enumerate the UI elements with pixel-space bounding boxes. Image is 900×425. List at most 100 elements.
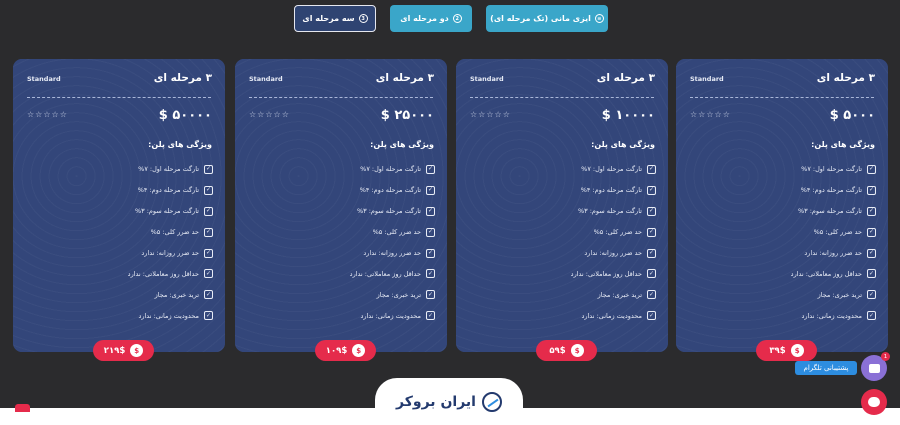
- buy-plan-button[interactable]: ۳۹$ $: [756, 340, 817, 361]
- card-body: ۳ مرحله ای Standard $ ۵۰۰۰۰ ☆☆☆☆☆ ویژگی …: [13, 59, 225, 352]
- help-chat-button[interactable]: [861, 389, 887, 415]
- plan-price: $ ۵۰۰۰: [829, 108, 875, 123]
- feature-text: تارگت مرحله سوم: ۳%: [797, 207, 862, 216]
- 3-circle-icon: 3: [358, 14, 368, 23]
- buy-plan-button[interactable]: ۲۱۹$ $: [93, 340, 154, 361]
- tab-easy-money[interactable]: ≡ ایزی مانی (تک مرحله ای): [486, 5, 608, 32]
- check-icon: ✓: [647, 290, 656, 300]
- feature-text: ترید خبری: مجاز: [817, 290, 862, 299]
- check-icon: ✓: [426, 206, 435, 216]
- feature-text: حد ضرر کلی: ۵%: [372, 228, 421, 237]
- feature-text: محدودیت زمانی: ندارد: [360, 311, 421, 320]
- buy-plan-button[interactable]: ۱۰۹$ $: [315, 340, 376, 361]
- check-icon: ✓: [426, 227, 435, 237]
- red-tab-decoration: [15, 404, 30, 412]
- feature-item: حداقل روز معاملاتی: ندارد ✓: [688, 263, 876, 284]
- check-icon: ✓: [867, 164, 876, 174]
- check-icon: ✓: [204, 206, 213, 216]
- feature-item: تارگت مرحله سوم: ۳% ✓: [25, 201, 213, 222]
- telegram-support-label[interactable]: پشتیبانی تلگرام: [795, 361, 857, 375]
- check-icon: ✓: [204, 311, 213, 321]
- tab-label: سه مرحله ای: [302, 14, 355, 23]
- feature-text: حداقل روز معاملاتی: ندارد: [790, 269, 862, 278]
- plan-title: ۳ مرحله ای: [153, 72, 212, 84]
- plan-cost: ۵۹$: [549, 345, 566, 356]
- card-body: ۳ مرحله ای Standard $ ۲۵۰۰۰ ☆☆☆☆☆ ویژگی …: [235, 59, 447, 352]
- buy-plan-button[interactable]: ۵۹$ $: [536, 340, 597, 361]
- feature-text: حد ضرر روزانه: ندارد: [363, 249, 421, 257]
- feature-text: تارگت مرحله دوم: ۴%: [800, 186, 862, 195]
- check-icon: ✓: [204, 290, 213, 300]
- card-body: ۳ مرحله ای Standard $ ۵۰۰۰ ☆☆☆☆☆ ویژگی ه…: [676, 59, 888, 352]
- check-icon: ✓: [647, 227, 656, 237]
- plan-card: ۳ مرحله ای Standard $ ۵۰۰۰۰ ☆☆☆☆☆ ویژگی …: [13, 59, 225, 361]
- feature-item: تارگت مرحله سوم: ۳% ✓: [688, 201, 876, 222]
- plan-cost: ۱۰۹$: [325, 345, 348, 356]
- plan-badge: Standard: [690, 75, 724, 83]
- check-icon: ✓: [867, 248, 876, 258]
- feature-item: ترید خبری: مجاز ✓: [468, 284, 656, 305]
- dollar-coin-icon: $: [352, 344, 366, 357]
- bars-icon: ≡: [594, 14, 604, 23]
- check-icon: ✓: [647, 311, 656, 321]
- feature-item: تارگت مرحله دوم: ۴% ✓: [247, 180, 435, 201]
- feature-text: حد ضرر کلی: ۵%: [150, 228, 199, 237]
- tab-three-step[interactable]: 3 سه مرحله ای: [294, 5, 376, 32]
- plan-title: ۳ مرحله ای: [375, 72, 434, 84]
- feature-item: تارگت مرحله اول: ۷% ✓: [25, 159, 213, 180]
- rating-stars-icon: ☆☆☆☆☆: [690, 110, 731, 119]
- rating-stars-icon: ☆☆☆☆☆: [470, 110, 511, 119]
- features-title: ویژگی های پلن:: [811, 140, 875, 149]
- plan-card: ۳ مرحله ای Standard $ ۵۰۰۰ ☆☆☆☆☆ ویژگی ه…: [676, 59, 888, 361]
- feature-text: محدودیت زمانی: ندارد: [138, 311, 199, 320]
- chat-bubble-icon: [868, 363, 880, 373]
- dollar-coin-icon: $: [570, 344, 584, 357]
- feature-item: ترید خبری: مجاز ✓: [688, 284, 876, 305]
- feature-item: محدودیت زمانی: ندارد ✓: [468, 305, 656, 326]
- feature-item: حد ضرر روزانه: ندارد ✓: [688, 243, 876, 264]
- feature-item: تارگت مرحله سوم: ۳% ✓: [468, 201, 656, 222]
- feature-text: تارگت مرحله سوم: ۳%: [134, 207, 199, 216]
- check-icon: ✓: [867, 206, 876, 216]
- feature-item: ترید خبری: مجاز ✓: [25, 284, 213, 305]
- feature-text: تارگت مرحله دوم: ۴%: [137, 186, 199, 195]
- check-icon: ✓: [204, 269, 213, 279]
- feature-item: حداقل روز معاملاتی: ندارد ✓: [468, 263, 656, 284]
- feature-item: تارگت مرحله سوم: ۳% ✓: [247, 201, 435, 222]
- feature-text: محدودیت زمانی: ندارد: [581, 311, 642, 320]
- feature-item: حد ضرر کلی: ۵% ✓: [688, 222, 876, 243]
- feature-item: تارگت مرحله اول: ۷% ✓: [688, 159, 876, 180]
- feature-text: تارگت مرحله اول: ۷%: [138, 165, 199, 174]
- plan-price: $ ۵۰۰۰۰: [158, 108, 212, 123]
- feature-text: محدودیت زمانی: ندارد: [801, 311, 862, 320]
- help-chat-icon: [868, 397, 880, 407]
- plan-title: ۳ مرحله ای: [816, 72, 875, 84]
- logo-text: ایران بروکر: [396, 393, 476, 410]
- site-logo[interactable]: ایران بروکر: [375, 378, 523, 425]
- feature-item: ترید خبری: مجاز ✓: [247, 284, 435, 305]
- tab-label: دو مرحله ای: [400, 14, 449, 23]
- check-icon: ✓: [647, 248, 656, 258]
- plan-cost: ۲۱۹$: [103, 345, 126, 356]
- feature-text: حد ضرر کلی: ۵%: [593, 228, 642, 237]
- feature-item: تارگت مرحله دوم: ۴% ✓: [25, 180, 213, 201]
- check-icon: ✓: [867, 290, 876, 300]
- trend-arrow-icon: [481, 391, 502, 412]
- tab-two-step[interactable]: 2 دو مرحله ای: [390, 5, 472, 32]
- check-icon: ✓: [867, 227, 876, 237]
- features-title: ویژگی های پلن:: [148, 140, 212, 149]
- feature-text: تارگت مرحله سوم: ۳%: [356, 207, 421, 216]
- notification-badge: 1: [881, 352, 890, 361]
- feature-item: تارگت مرحله اول: ۷% ✓: [468, 159, 656, 180]
- feature-list: تارگت مرحله اول: ۷% ✓ تارگت مرحله دوم: ۴%…: [688, 159, 876, 326]
- feature-text: حداقل روز معاملاتی: ندارد: [349, 269, 421, 278]
- check-icon: ✓: [204, 164, 213, 174]
- dollar-coin-icon: $: [790, 344, 804, 357]
- dollar-coin-icon: $: [130, 344, 144, 357]
- feature-item: حد ضرر روزانه: ندارد ✓: [247, 243, 435, 264]
- rating-stars-icon: ☆☆☆☆☆: [27, 110, 68, 119]
- check-icon: ✓: [204, 248, 213, 258]
- feature-item: محدودیت زمانی: ندارد ✓: [247, 305, 435, 326]
- feature-text: تارگت مرحله اول: ۷%: [801, 165, 862, 174]
- feature-text: ترید خبری: مجاز: [597, 290, 642, 299]
